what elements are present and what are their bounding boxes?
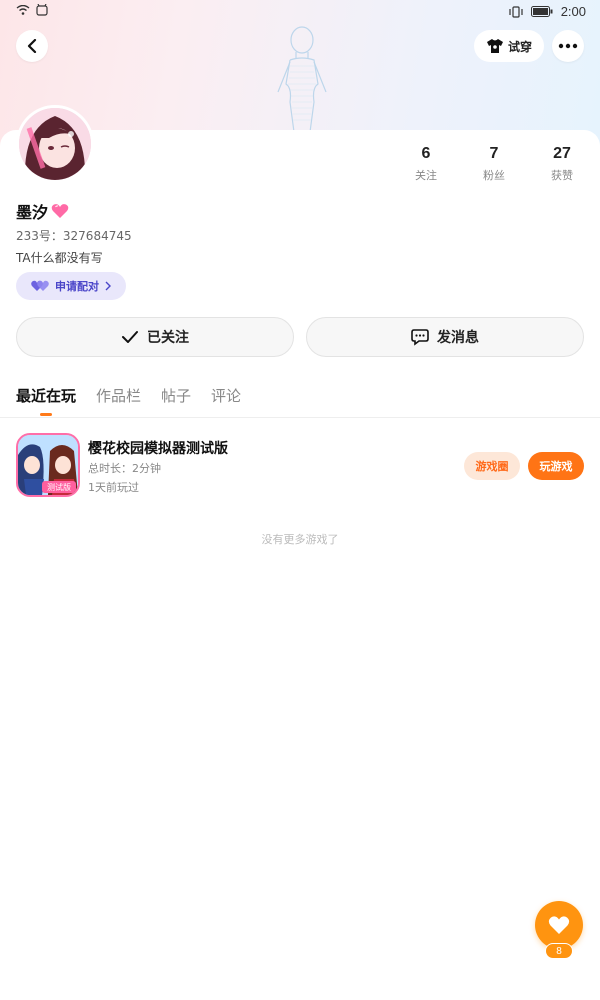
profile-tabs: 最近在玩 作品栏 帖子 评论 [16, 385, 241, 417]
active-tab-indicator [40, 413, 52, 416]
username: 墨汐 [16, 203, 49, 222]
stat-value: 27 [553, 145, 571, 162]
pink-heart-icon [51, 204, 69, 218]
user-id: 233号：327684745 [16, 229, 132, 243]
more-options-button[interactable] [552, 30, 584, 62]
game-icon-badge: 测试版 [47, 482, 71, 492]
clock-time: 2:00 [560, 4, 586, 19]
tab-recently-played[interactable]: 最近在玩 [16, 385, 76, 417]
stat-likes[interactable]: 27 获赞 [537, 145, 587, 183]
tab-comments[interactable]: 评论 [211, 385, 241, 417]
tab-works[interactable]: 作品栏 [96, 385, 141, 417]
send-message-label: 发消息 [437, 330, 479, 346]
username-row: 墨汐 [16, 199, 69, 223]
like-fab-button[interactable] [535, 901, 583, 949]
like-count-badge: 8 [545, 943, 573, 959]
play-game-button[interactable]: 玩游戏 [528, 452, 584, 480]
game-last-played: 1天前玩过 [88, 481, 139, 494]
game-playtime: 总时长：2分钟 [88, 462, 161, 475]
game-icon[interactable]: 测试版 [16, 433, 80, 497]
chevron-right-icon [105, 281, 111, 291]
tab-label: 作品栏 [96, 387, 142, 405]
stat-value: 7 [489, 145, 499, 162]
app-notification-icon [36, 4, 48, 16]
followed-label: 已关注 [147, 330, 189, 346]
try-on-button[interactable]: 试穿 [474, 30, 544, 62]
no-more-games-text: 没有更多游戏了 [261, 533, 339, 546]
tab-label: 帖子 [161, 387, 192, 405]
stat-followers[interactable]: 7 粉丝 [469, 145, 519, 183]
wifi-icon [16, 5, 30, 15]
game-title[interactable]: 樱花校园模拟器测试版 [88, 438, 228, 458]
stat-label: 获赞 [551, 169, 573, 182]
stat-following[interactable]: 6 关注 [401, 145, 451, 183]
stat-label: 关注 [415, 169, 437, 182]
game-circle-label: 游戏圈 [475, 460, 509, 473]
tab-posts[interactable]: 帖子 [161, 385, 191, 417]
request-match-button[interactable]: 申请配对 [16, 272, 126, 300]
double-heart-icon [31, 280, 49, 291]
tabs-divider [0, 417, 600, 418]
vibrate-icon [509, 5, 523, 18]
try-on-label: 试穿 [507, 39, 532, 54]
tab-label: 评论 [211, 387, 242, 405]
more-dots-icon [558, 43, 578, 49]
game-list-item[interactable]: 测试版 樱花校园模拟器测试版 总时长：2分钟 1天前玩过 游戏圈 玩游戏 [16, 433, 584, 497]
user-avatar[interactable] [16, 105, 94, 183]
stat-label: 粉丝 [483, 169, 505, 182]
game-icon-image: 测试版 [18, 435, 78, 495]
heart-icon [548, 916, 570, 934]
chat-bubble-icon [411, 329, 429, 346]
send-message-button[interactable]: 发消息 [306, 317, 584, 357]
back-arrow-icon [27, 39, 37, 53]
battery-icon [530, 6, 553, 17]
checkmark-icon [122, 331, 138, 343]
play-game-label: 玩游戏 [539, 460, 573, 473]
game-circle-button[interactable]: 游戏圈 [464, 452, 520, 480]
stat-value: 6 [421, 145, 431, 162]
back-button[interactable] [16, 30, 48, 62]
tab-label: 最近在玩 [16, 387, 77, 405]
followed-button[interactable]: 已关注 [16, 317, 294, 357]
status-bar: 2:00 [0, 0, 600, 24]
tshirt-icon [486, 39, 503, 53]
user-bio: TA什么都没有写 [16, 251, 103, 265]
request-match-label: 申请配对 [55, 280, 99, 293]
dressup-figure-image [277, 26, 327, 132]
avatar-image [19, 108, 91, 180]
